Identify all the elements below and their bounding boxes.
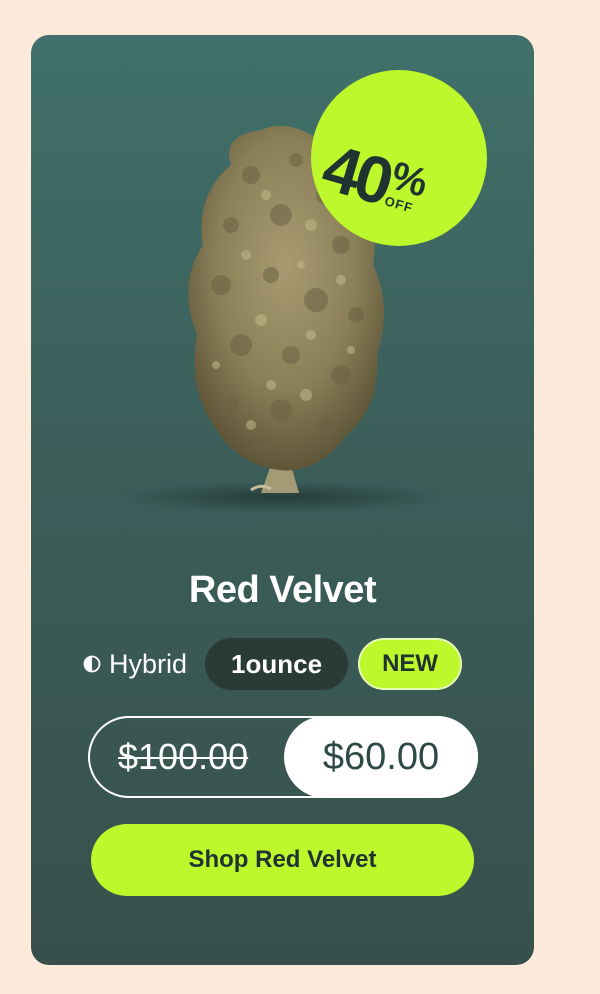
original-price: $100.00: [118, 736, 249, 777]
shop-button[interactable]: Shop Red Velvet: [91, 824, 474, 896]
price-display: $100.00 $60.00: [88, 716, 478, 798]
sale-price-pill: $60.00: [284, 716, 478, 798]
discount-badge: 40 % OFF: [311, 70, 487, 246]
product-meta: Hybrid 1ounce NEW: [83, 638, 493, 690]
strain-type: Hybrid: [83, 649, 187, 680]
half-circle-icon: [83, 655, 101, 673]
discount-text: 40 % OFF: [315, 129, 433, 225]
sale-price: $60.00: [322, 735, 440, 778]
size-pill[interactable]: 1ounce: [205, 638, 349, 690]
product-name[interactable]: Red Velvet: [31, 569, 534, 612]
new-badge: NEW: [358, 638, 463, 690]
product-card[interactable]: 40 % OFF Red Velvet Hybrid 1ounce NEW $1…: [31, 35, 534, 965]
strain-label: Hybrid: [109, 648, 188, 679]
